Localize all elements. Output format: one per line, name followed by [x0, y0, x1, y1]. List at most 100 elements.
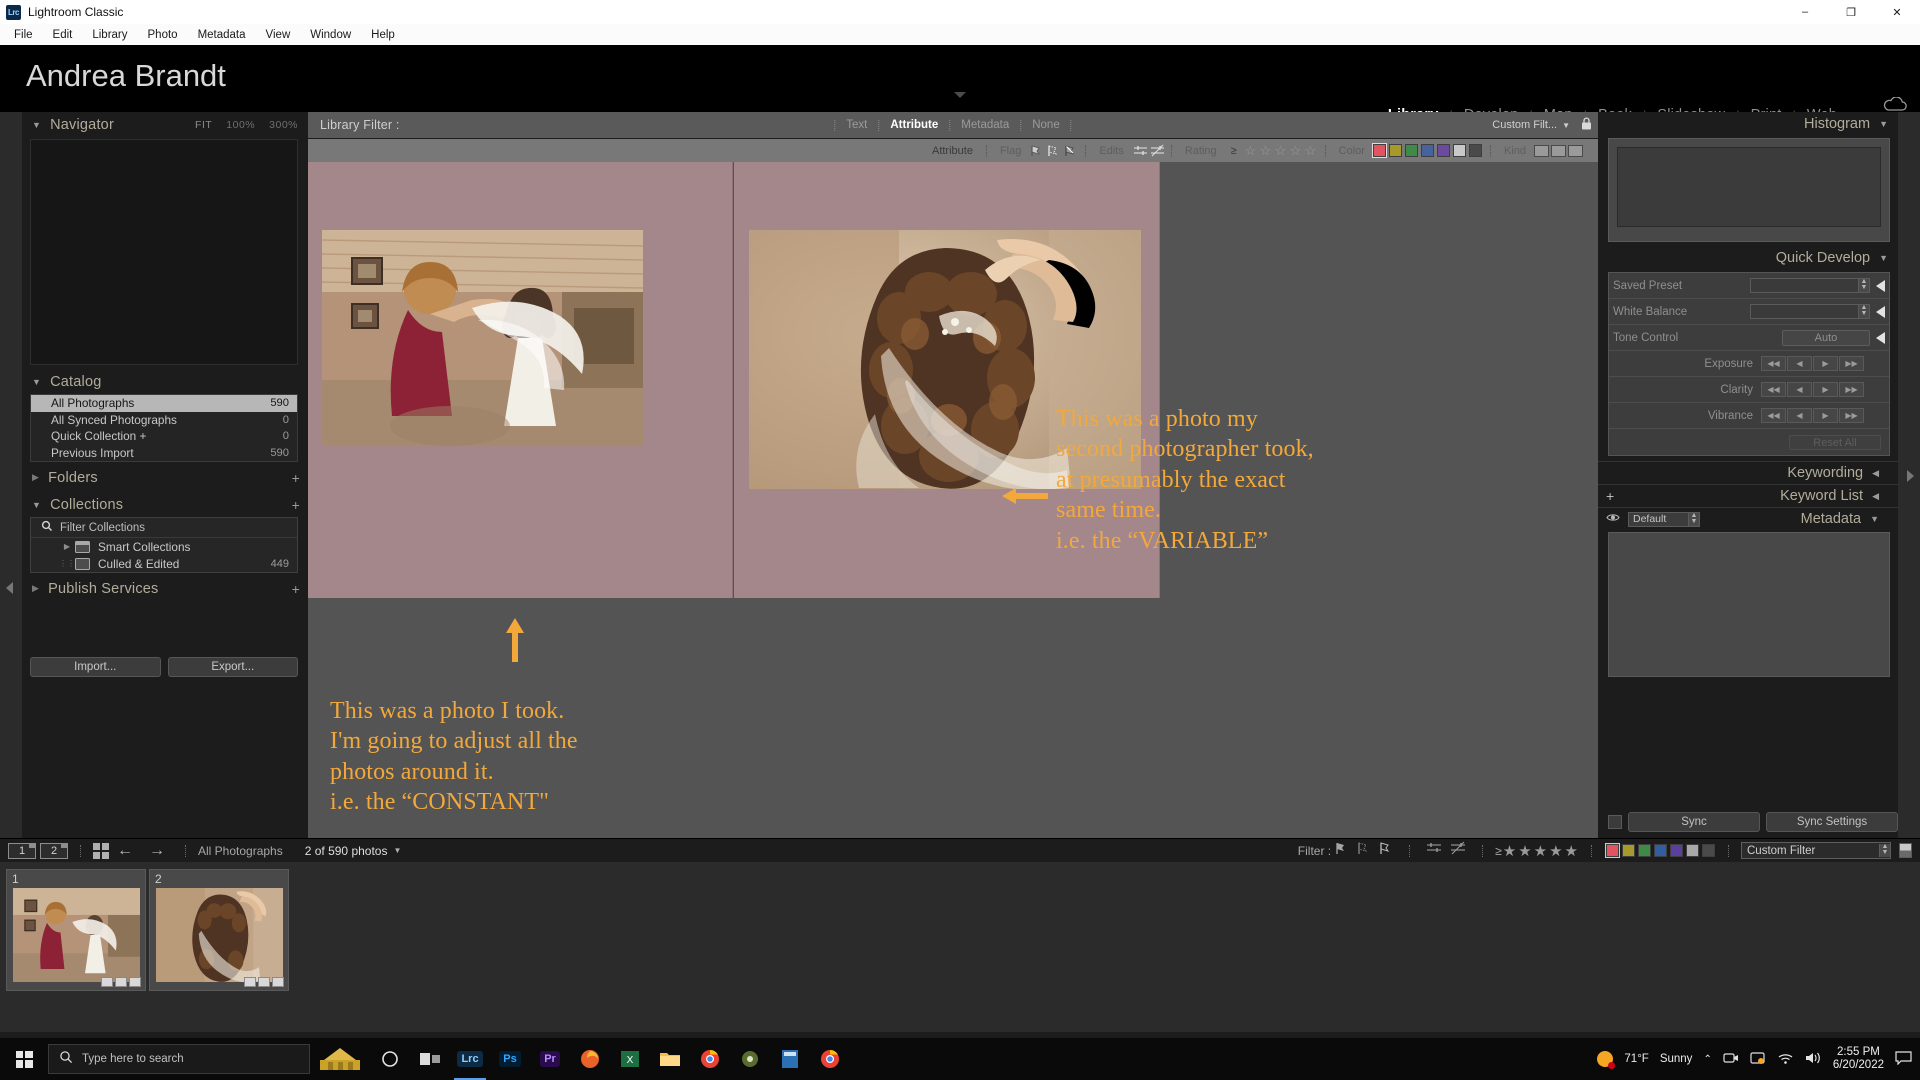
- menu-photo[interactable]: Photo: [138, 27, 188, 43]
- zoom-100[interactable]: 100%: [226, 119, 255, 131]
- taskbar-clock[interactable]: 2:55 PM 6/20/2022: [1833, 1046, 1884, 1072]
- drag-handle-icon[interactable]: ⋮⋮: [59, 559, 75, 568]
- zoom-300[interactable]: 300%: [269, 119, 298, 131]
- quick-develop-header[interactable]: Quick Develop ▼: [1598, 246, 1898, 270]
- volume-icon[interactable]: [1805, 1051, 1822, 1068]
- stepper-icon[interactable]: ▲ ▼: [1879, 843, 1890, 857]
- color-swatch-purple[interactable]: [1437, 144, 1451, 157]
- onedrive-icon[interactable]: [1750, 1051, 1766, 1068]
- right-panel-collapse-arrow[interactable]: [1907, 470, 1914, 482]
- taskbar-task-view-icon[interactable]: [410, 1038, 450, 1080]
- rating-star-2[interactable]: ☆: [1260, 144, 1273, 157]
- filmstrip-color-yellow[interactable]: [1621, 844, 1635, 857]
- previous-photo-icon[interactable]: ←: [117, 842, 133, 860]
- add-folder-icon[interactable]: +: [292, 470, 308, 486]
- rating-star-1[interactable]: ☆: [1245, 144, 1258, 157]
- filmstrip-flag-rejected-icon[interactable]: [1379, 841, 1393, 860]
- top-panel-toggle-arrow[interactable]: [954, 92, 966, 98]
- add-collection-icon[interactable]: +: [292, 497, 308, 513]
- export-button[interactable]: Export...: [167, 657, 298, 677]
- filmstrip-item-2[interactable]: 2: [149, 869, 289, 991]
- filmstrip-rating-star-5[interactable]: ★: [1565, 842, 1578, 860]
- minimize-button[interactable]: –: [1782, 0, 1828, 24]
- color-swatch-none[interactable]: [1453, 144, 1467, 157]
- filmstrip-flag-pick-icon[interactable]: [1335, 841, 1349, 860]
- clarity-decrease-large[interactable]: ◀◀: [1761, 382, 1786, 397]
- saved-preset-disclosure-icon[interactable]: [1876, 279, 1885, 292]
- filmstrip-color-none[interactable]: [1685, 844, 1699, 857]
- color-swatch-blue[interactable]: [1421, 144, 1435, 157]
- filmstrip-item-1[interactable]: 1: [6, 869, 146, 991]
- filmstrip-rating-star-1[interactable]: ★: [1503, 842, 1516, 860]
- chevron-right-icon[interactable]: ▶: [59, 542, 75, 551]
- white-balance-disclosure-icon[interactable]: [1876, 305, 1885, 318]
- left-panel-edge[interactable]: [0, 112, 22, 838]
- filmstrip-rating-star-3[interactable]: ★: [1534, 842, 1547, 860]
- grid-view-icon[interactable]: [93, 842, 109, 859]
- rating-star-3[interactable]: ☆: [1275, 144, 1288, 157]
- custom-filter-select[interactable]: Custom Filter ▲ ▼: [1741, 842, 1891, 859]
- menu-file[interactable]: File: [4, 27, 43, 43]
- lock-icon[interactable]: [1581, 117, 1592, 133]
- develop-badge-icon[interactable]: [115, 977, 127, 987]
- sync-checkbox[interactable]: [1608, 815, 1622, 829]
- metadata-badge-icon[interactable]: [272, 977, 284, 987]
- edited-icon[interactable]: [1133, 144, 1147, 157]
- stepper-icon[interactable]: ▲ ▼: [1858, 278, 1869, 292]
- wifi-icon[interactable]: [1777, 1051, 1794, 1068]
- vibrance-decrease-small[interactable]: ◀: [1787, 408, 1812, 423]
- histogram-header[interactable]: Histogram ▼: [1598, 112, 1898, 136]
- color-swatch-green[interactable]: [1405, 144, 1419, 157]
- filmstrip-color-green[interactable]: [1637, 844, 1651, 857]
- reset-all-button[interactable]: Reset All: [1789, 434, 1881, 450]
- taskbar-chrome-icon[interactable]: [690, 1038, 730, 1080]
- clarity-decrease-small[interactable]: ◀: [1787, 382, 1812, 397]
- unedited-icon[interactable]: [1150, 144, 1164, 157]
- rating-operator[interactable]: ≥: [1231, 145, 1237, 157]
- close-button[interactable]: ✕: [1874, 0, 1920, 24]
- catalog-item-quick-collection[interactable]: Quick Collection + 0: [31, 428, 297, 445]
- taskbar-chrome2-icon[interactable]: [810, 1038, 850, 1080]
- tone-control-disclosure-icon[interactable]: [1876, 331, 1885, 344]
- stepper-icon[interactable]: ▲ ▼: [1858, 304, 1869, 318]
- vibrance-increase-small[interactable]: ▶: [1813, 408, 1838, 423]
- color-swatch-yellow[interactable]: [1389, 144, 1403, 157]
- kind-video-icon[interactable]: [1568, 144, 1583, 157]
- taskbar-widget-icon[interactable]: [310, 1038, 370, 1080]
- next-photo-icon[interactable]: →: [149, 842, 165, 860]
- filmstrip-unedited-icon[interactable]: [1450, 841, 1466, 860]
- saved-preset-dropdown[interactable]: ▲ ▼: [1750, 278, 1870, 293]
- import-button[interactable]: Import...: [30, 657, 161, 677]
- keyword-list-header[interactable]: + Keyword List ◀: [1598, 484, 1898, 507]
- filter-tab-attribute[interactable]: Attribute: [879, 119, 949, 131]
- right-panel-edge[interactable]: [1898, 112, 1920, 838]
- taskbar-premiere-icon[interactable]: Pr: [530, 1038, 570, 1080]
- filter-tab-none[interactable]: None: [1021, 119, 1071, 131]
- sync-button[interactable]: Sync: [1628, 812, 1760, 832]
- rating-star-5[interactable]: ☆: [1305, 144, 1318, 157]
- filter-collections-input[interactable]: Filter Collections: [31, 518, 297, 538]
- catalog-item-previous-import[interactable]: Previous Import 590: [31, 445, 297, 462]
- metadata-header[interactable]: Default ▲ ▼ Metadata ▼: [1598, 507, 1898, 530]
- exposure-increase-small[interactable]: ▶: [1813, 356, 1838, 371]
- filmstrip-edited-icon[interactable]: [1426, 841, 1442, 860]
- filmstrip-rating-star-2[interactable]: ★: [1518, 842, 1531, 860]
- show-hidden-icons-chevron[interactable]: ⌃: [1703, 1054, 1711, 1065]
- folders-header[interactable]: ▶ Folders +: [22, 465, 308, 490]
- taskbar-explorer-icon[interactable]: [650, 1038, 690, 1080]
- rating-star-4[interactable]: ☆: [1290, 144, 1303, 157]
- auto-tone-button[interactable]: Auto: [1782, 329, 1870, 346]
- menu-edit[interactable]: Edit: [43, 27, 83, 43]
- menu-view[interactable]: View: [256, 27, 301, 43]
- color-swatch-gray[interactable]: [1469, 144, 1483, 157]
- menu-help[interactable]: Help: [361, 27, 405, 43]
- chevron-down-icon[interactable]: ▼: [393, 846, 401, 855]
- crop-badge-icon[interactable]: [101, 977, 113, 987]
- collection-item-culled-edited[interactable]: ⋮⋮ Culled & Edited 449: [31, 555, 297, 572]
- photo-thumbnail-1[interactable]: [322, 230, 643, 446]
- filmstrip-flag-unflagged-icon[interactable]: [1357, 841, 1371, 860]
- white-balance-dropdown[interactable]: ▲ ▼: [1750, 304, 1870, 319]
- taskbar-cortana-icon[interactable]: [370, 1038, 410, 1080]
- left-panel-collapse-arrow[interactable]: [6, 582, 13, 594]
- crop-badge-icon[interactable]: [244, 977, 256, 987]
